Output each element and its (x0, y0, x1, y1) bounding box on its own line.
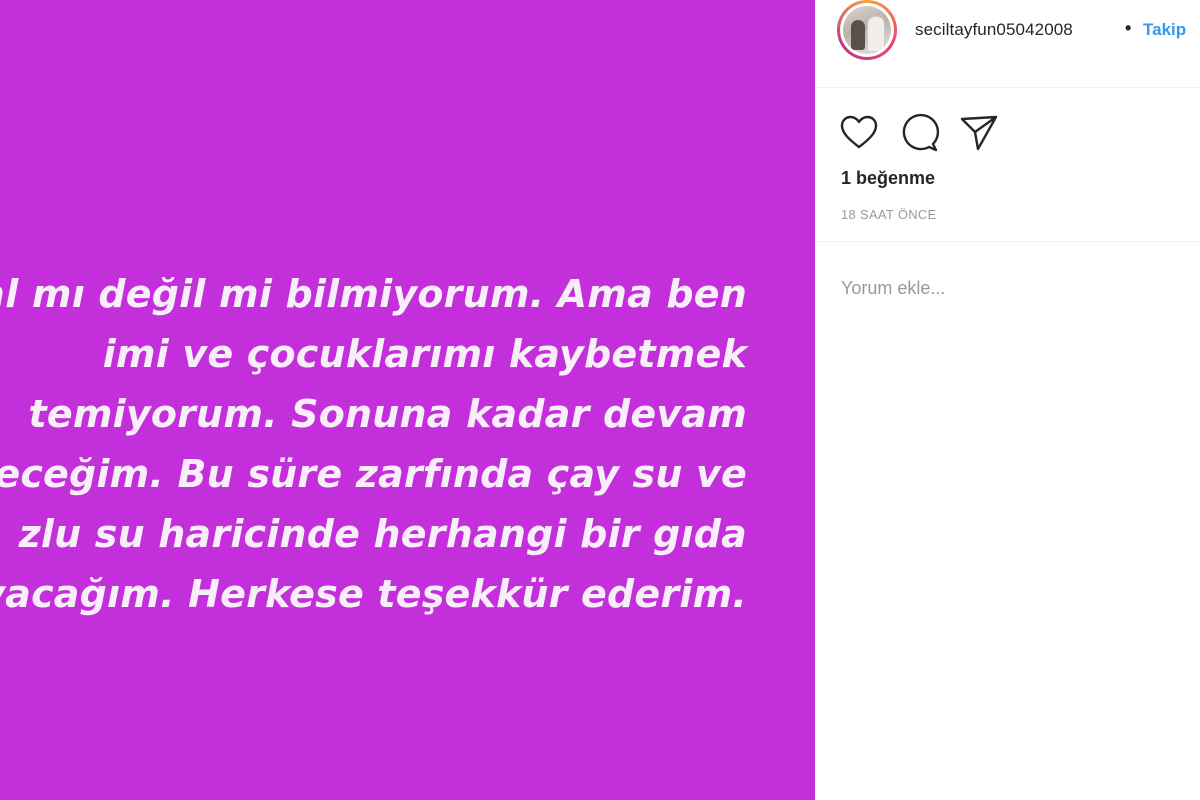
post-text: sal mı değil mi bilmiyorum. Ama ben imi … (0, 264, 747, 624)
post-text-line: temiyorum. Sonuna kadar devam (28, 392, 747, 436)
post-text-line: zlu su haricinde herhangi bir gıda (18, 512, 747, 556)
post-text-line: sal mı değil mi bilmiyorum. Ama ben (0, 272, 747, 316)
post-text-line: eceğim. Bu süre zarfında çay su ve (0, 452, 747, 496)
post-timestamp[interactable]: 18 SAAT ÖNCE (841, 207, 937, 222)
heart-icon (840, 115, 878, 149)
post-header: seciltayfun05042008 • Takip (815, 0, 1200, 87)
separator-dot: • (1125, 18, 1132, 38)
share-button[interactable] (959, 113, 999, 153)
like-button[interactable] (839, 113, 879, 153)
comment-icon (902, 113, 940, 152)
divider (818, 87, 1200, 88)
share-icon (960, 115, 998, 151)
post-sidebar: seciltayfun05042008 • Takip 1 beğenme 18… (815, 0, 1200, 800)
like-count[interactable]: 1 beğenme (841, 168, 935, 189)
comment-button[interactable] (899, 113, 940, 153)
avatar[interactable] (837, 0, 897, 60)
username-link[interactable]: seciltayfun05042008 (915, 20, 1073, 40)
follow-button[interactable]: Takip (1143, 20, 1186, 40)
post-text-line: imi ve çocuklarımı kaybetmek (102, 332, 747, 376)
divider (818, 241, 1200, 242)
comment-input[interactable] (839, 272, 1173, 304)
post-image: sal mı değil mi bilmiyorum. Ama ben imi … (0, 0, 815, 800)
avatar-photo (843, 6, 891, 54)
post-text-line: nayacağım. Herkese teşekkür ederim. (0, 572, 747, 616)
